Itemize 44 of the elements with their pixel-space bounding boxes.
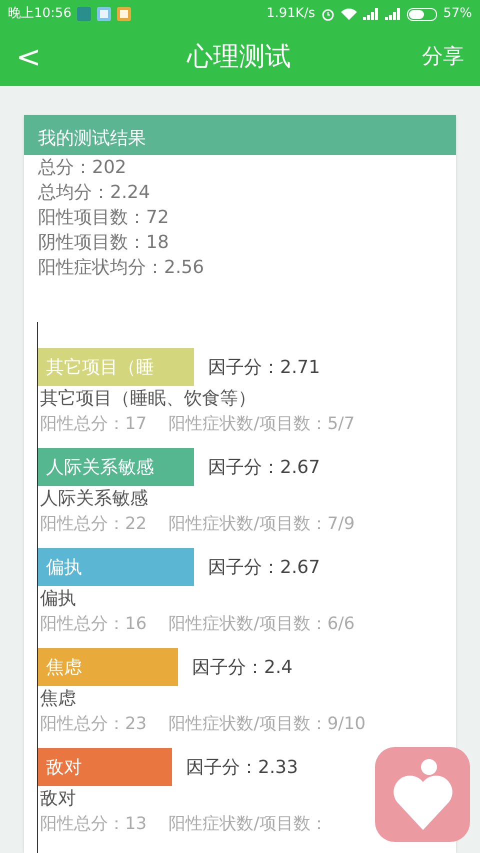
factor-score: 因子分：2.67	[208, 456, 320, 480]
battery-percent: 57%	[443, 5, 472, 24]
factor-score: 因子分：2.71	[208, 356, 320, 380]
factor-name: 人际关系敏感	[40, 487, 149, 511]
heart-person-icon	[390, 758, 454, 832]
factor-bar: 焦虑	[38, 648, 178, 686]
factor-score: 因子分：2.67	[208, 556, 320, 580]
factor-name: 偏执	[40, 587, 77, 611]
summary-line: 阴性项目数：18	[38, 231, 170, 255]
positive-total: 阳性总分：23	[40, 713, 147, 736]
back-button[interactable]: <	[16, 34, 56, 80]
symptom-ratio: 阳性症状数/项目数：	[168, 813, 328, 836]
battery-icon	[407, 8, 438, 20]
share-button[interactable]: 分享	[422, 41, 464, 73]
factor-bar: 敌对	[38, 748, 172, 786]
factor-bar: 人际关系敏感	[38, 448, 194, 486]
card-header: 我的测试结果	[24, 115, 456, 155]
symptom-ratio: 阳性症状数/项目数：7/9	[168, 513, 355, 536]
factor-name: 敌对	[40, 787, 77, 811]
symptom-ratio: 阳性症状数/项目数：9/10	[168, 713, 366, 736]
summary-line: 总均分：2.24	[38, 181, 152, 205]
positive-total: 阳性总分：13	[40, 813, 147, 836]
factor-name: 其它项目（睡眠、饮食等）	[40, 387, 257, 411]
factor-score: 因子分：2.33	[186, 756, 298, 780]
wifi-icon	[341, 8, 358, 20]
factor-bar: 其它项目（睡	[38, 348, 194, 386]
signal-icon	[385, 8, 402, 20]
symptom-ratio: 阳性症状数/项目数：5/7	[168, 413, 355, 436]
positive-total: 阳性总分：17	[40, 413, 147, 436]
status-time: 晚上10:56	[8, 5, 72, 24]
alarm-icon	[321, 7, 336, 21]
symptom-ratio: 阳性症状数/项目数：6/6	[168, 613, 355, 636]
factor-bar: 偏执	[38, 548, 194, 586]
signal-icon	[363, 8, 380, 20]
positive-total: 阳性总分：22	[40, 513, 147, 536]
positive-total: 阳性总分：16	[40, 613, 147, 636]
network-speed: 1.91K/s	[266, 5, 316, 24]
factor-score: 因子分：2.4	[192, 656, 293, 680]
summary-line: 阳性项目数：72	[38, 206, 170, 230]
summary-line: 总分：202	[38, 156, 128, 180]
heart-app-button[interactable]	[375, 747, 470, 842]
factor-name: 焦虑	[40, 687, 77, 711]
page-title: 心理测试	[187, 40, 291, 74]
summary-line: 阳性症状均分：2.56	[38, 256, 206, 280]
